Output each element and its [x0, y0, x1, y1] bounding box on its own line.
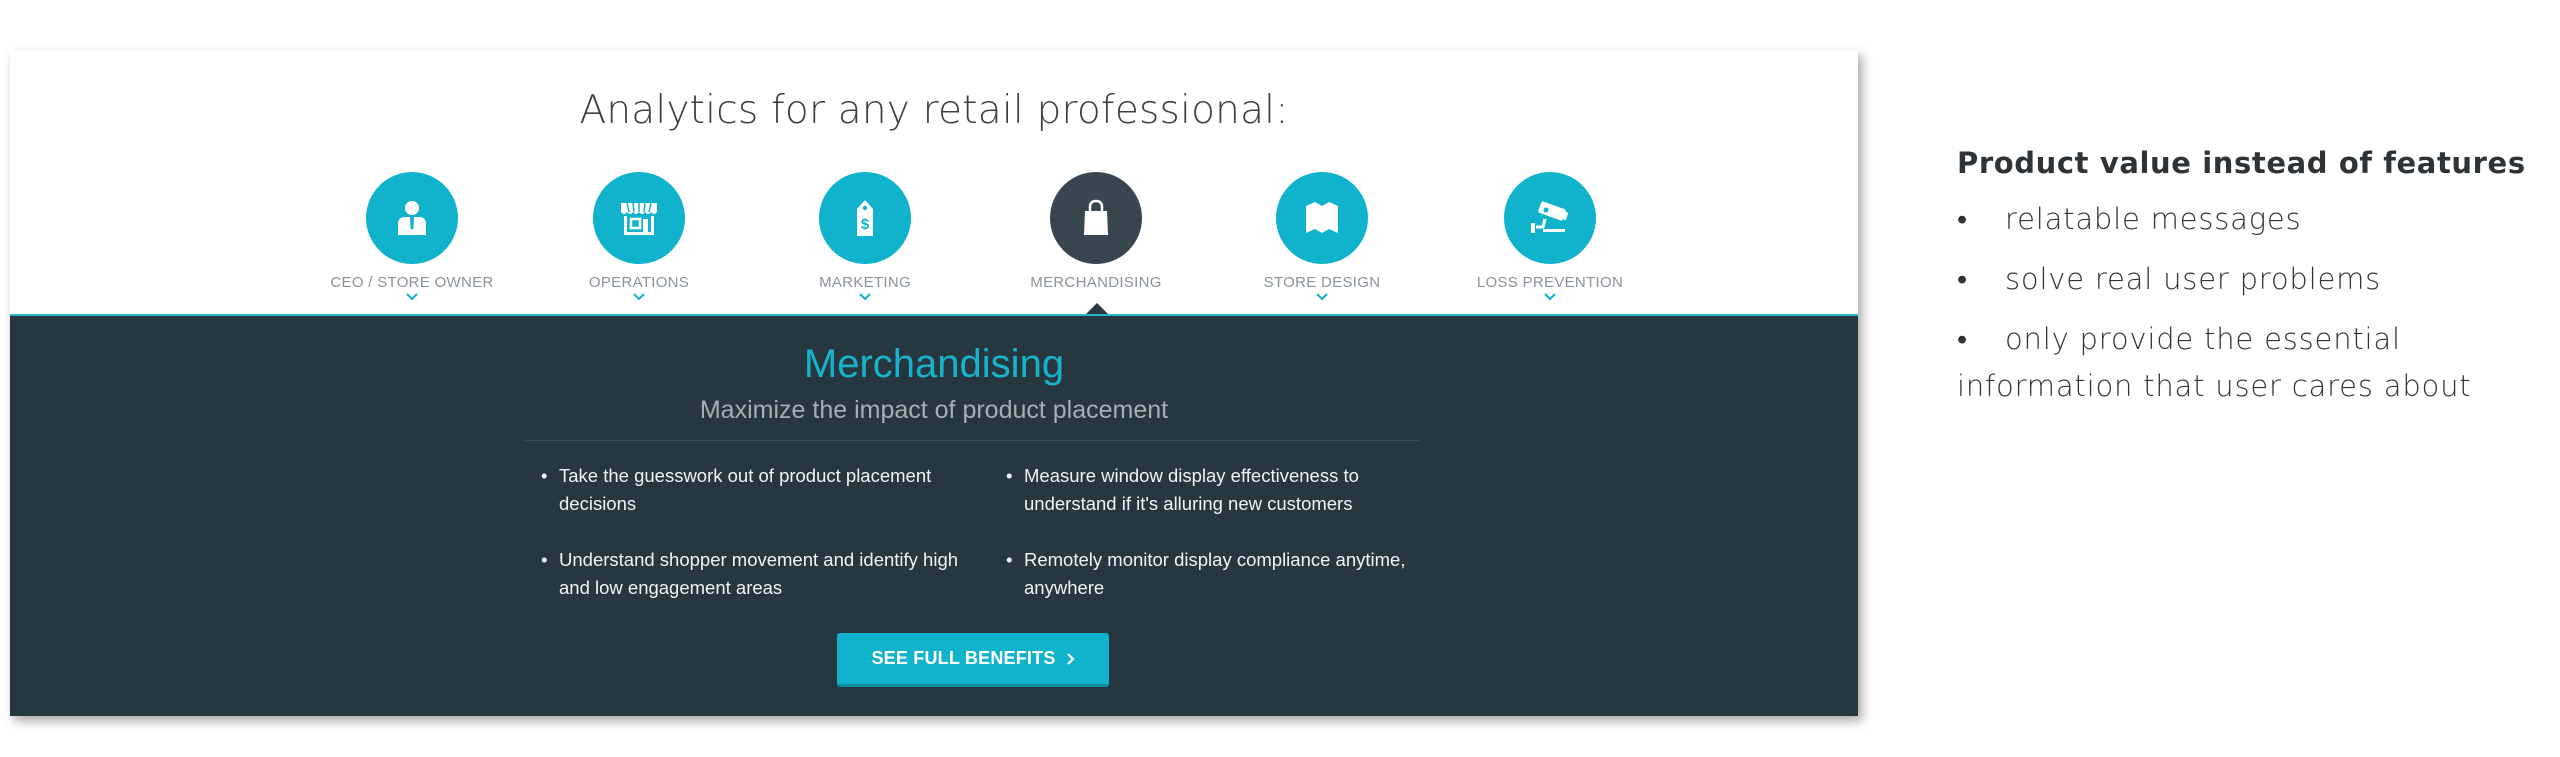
benefit-item: Measure window display effectiveness to … — [1006, 462, 1426, 518]
role-label-ceo: CEO / STORE OWNER — [330, 274, 494, 291]
notes-list: • relatable messages • solve real user pro… — [1957, 196, 2537, 410]
chevron-down-icon — [1316, 293, 1328, 301]
see-full-benefits-button[interactable]: SEE FULL BENEFITS — [837, 633, 1109, 687]
person-icon — [366, 172, 458, 264]
notes-title: Product value instead of features — [1957, 146, 2526, 180]
benefit-item: Take the guesswork out of product placem… — [541, 462, 961, 518]
panel-divider — [525, 440, 1420, 441]
role-label-merchandising: MERCHANDISING — [1030, 274, 1162, 291]
design-notes: Product value instead of features • relat… — [1957, 146, 2537, 423]
role-tab-loss-prevention[interactable]: LOSS PREVENTION — [1420, 172, 1680, 301]
page-headline: Analytics for any retail professional: — [579, 88, 1289, 133]
notes-item: • solve real user problems — [1957, 256, 2537, 303]
chevron-down-icon — [1544, 293, 1556, 301]
security-camera-icon — [1504, 172, 1596, 264]
role-detail-panel: Merchandising Maximize the impact of pro… — [10, 314, 1858, 716]
role-tab-ceo[interactable]: CEO / STORE OWNER — [282, 172, 542, 301]
role-tab-merchandising[interactable]: MERCHANDISING — [966, 172, 1226, 291]
svg-text:$: $ — [861, 216, 870, 233]
map-icon — [1276, 172, 1368, 264]
bullet-marker: • — [1957, 322, 1968, 356]
product-card: Analytics for any retail professional: C… — [10, 50, 1858, 716]
role-label-loss-prevention: LOSS PREVENTION — [1476, 274, 1624, 291]
role-tab-store-design[interactable]: STORE DESIGN — [1192, 172, 1452, 301]
chevron-down-icon — [406, 293, 418, 301]
notes-item-text: solve real user problems — [2005, 262, 2382, 296]
panel-title: Merchandising — [803, 342, 1065, 386]
notes-item: • relatable messages — [1957, 196, 2537, 243]
cta-label: SEE FULL BENEFITS — [871, 648, 1056, 668]
benefit-item: Remotely monitor display compliance anyt… — [1006, 546, 1426, 602]
storefront-icon — [593, 172, 685, 264]
price-tag-icon: $ — [819, 172, 911, 264]
role-selector-section: Analytics for any retail professional: C… — [10, 50, 1858, 314]
notes-item-text: only provide the essential information t… — [1957, 322, 2472, 403]
role-label-store-design: STORE DESIGN — [1263, 274, 1381, 291]
role-tab-marketing[interactable]: $ MARKETING — [735, 172, 995, 301]
role-label-operations: OPERATIONS — [588, 274, 690, 291]
role-tab-operations[interactable]: OPERATIONS — [509, 172, 769, 301]
chevron-down-icon — [633, 293, 645, 301]
panel-subtitle: Maximize the impact of product placement — [699, 396, 1169, 424]
shopping-bag-icon — [1050, 172, 1142, 264]
chevron-down-icon — [859, 293, 871, 301]
bullet-marker: • — [1957, 262, 1968, 296]
role-label-marketing: MARKETING — [819, 274, 911, 291]
chevron-right-icon — [1066, 652, 1075, 665]
active-tab-indicator — [1086, 303, 1108, 314]
notes-item: • only provide the essential information … — [1957, 316, 2537, 410]
bullet-marker: • — [1957, 202, 1968, 236]
notes-item-text: relatable messages — [2005, 202, 2302, 236]
benefit-item: Understand shopper movement and identify… — [541, 546, 961, 602]
